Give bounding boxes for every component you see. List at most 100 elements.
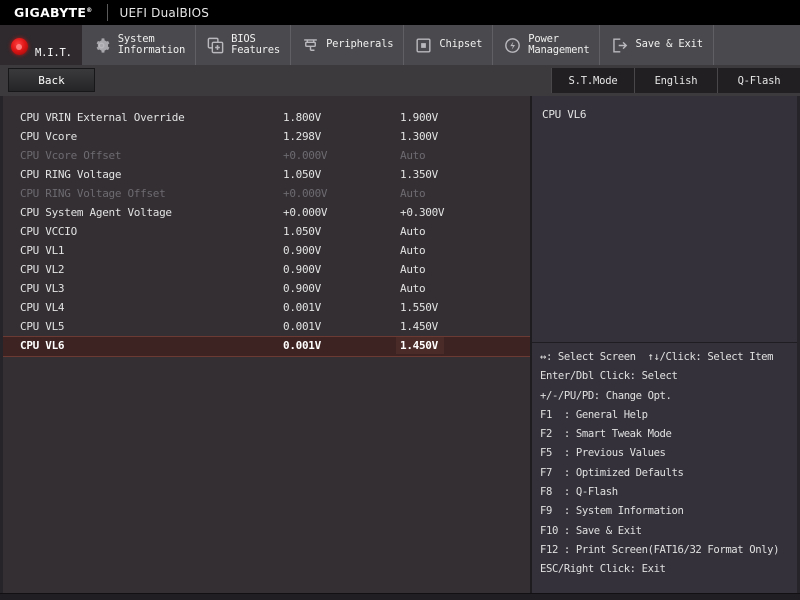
setting-name: CPU VL2: [20, 263, 65, 276]
tab-mit[interactable]: M.I.T.: [0, 25, 83, 65]
setting-current-value: 1.800V: [283, 111, 321, 124]
main-body: CPU VRIN External Override 1.800V 1.900V CP…: [0, 96, 800, 594]
tab-save-and-exit-label: Save & Exit: [635, 38, 703, 51]
setting-current-value: 0.900V: [283, 244, 321, 257]
exit-arrow-icon: [609, 35, 629, 55]
tab-power-management[interactable]: Power Management: [493, 25, 601, 65]
key-legend-line: F7 : Optimized Defaults: [540, 466, 684, 479]
st-mode-label: S.T.Mode: [568, 74, 618, 87]
setting-name: CPU VCCIO: [20, 225, 77, 238]
frame-bottom-edge: [0, 593, 800, 600]
setting-current-value: 0.900V: [283, 282, 321, 295]
settings-row[interactable]: CPU VL4 0.001V 1.550V: [0, 298, 530, 317]
language-button[interactable]: English: [634, 68, 717, 93]
settings-row[interactable]: CPU System Agent Voltage +0.000V +0.300V: [0, 203, 530, 222]
language-label: English: [654, 74, 698, 87]
key-legend-line: F1 : General Help: [540, 408, 648, 421]
setting-configured-value[interactable]: 1.350V: [400, 165, 438, 184]
tab-peripherals-label: Peripherals: [326, 38, 394, 51]
setting-name: CPU RING Voltage: [20, 168, 122, 181]
back-button[interactable]: Back: [8, 68, 95, 92]
sub-toolbar: Back S.T.Mode English Q-Flash: [0, 65, 800, 96]
settings-row-selected[interactable]: CPU VL6 0.001V 1.450V: [0, 336, 530, 357]
toolbar-right-buttons: S.T.Mode English Q-Flash: [551, 68, 800, 93]
tab-peripherals[interactable]: Peripherals: [291, 25, 405, 65]
setting-current-value: +0.000V: [283, 187, 328, 200]
q-flash-label: Q-Flash: [737, 74, 781, 87]
settings-row[interactable]: CPU VL1 0.900V Auto: [0, 241, 530, 260]
chip-plus-icon: [205, 35, 225, 55]
setting-name: CPU VL6: [20, 339, 65, 352]
gear-icon: [92, 35, 112, 55]
brand-subtitle: UEFI DualBIOS: [119, 5, 210, 20]
setting-configured-value[interactable]: 1.900V: [400, 108, 438, 127]
help-title: CPU VL6: [542, 108, 587, 121]
settings-row[interactable]: CPU VL3 0.900V Auto: [0, 279, 530, 298]
setting-configured-value: Auto: [400, 187, 426, 200]
trademark-mark: ®: [86, 6, 93, 14]
settings-row[interactable]: CPU VL5 0.001V 1.450V: [0, 317, 530, 336]
key-legend-line: F10 : Save & Exit: [540, 524, 642, 537]
key-legend-line: +/-/PU/PD: Change Opt.: [540, 389, 672, 402]
setting-configured-value[interactable]: Auto: [400, 260, 426, 279]
setting-current-value: +0.000V: [283, 149, 328, 162]
setting-configured-value[interactable]: Auto: [400, 222, 426, 241]
setting-current-value: 0.900V: [283, 263, 321, 276]
setting-configured-value: Auto: [400, 149, 426, 162]
setting-current-value: 0.001V: [283, 320, 321, 333]
setting-name: CPU RING Voltage Offset: [20, 187, 166, 200]
setting-configured-value[interactable]: Auto: [400, 241, 426, 260]
power-bolt-icon: [502, 35, 522, 55]
brand-divider: [106, 4, 108, 21]
back-button-label: Back: [38, 73, 65, 87]
settings-row[interactable]: CPU Vcore 1.298V 1.300V: [0, 127, 530, 146]
setting-name: CPU Vcore: [20, 130, 77, 143]
setting-name: CPU VRIN External Override: [20, 111, 185, 124]
setting-name: CPU VL1: [20, 244, 65, 257]
setting-configured-value[interactable]: Auto: [400, 279, 426, 298]
key-legend-line: ↔: Select Screen ↑↓/Click: Select Item: [540, 351, 774, 363]
setting-name: CPU VL5: [20, 320, 65, 333]
help-divider: [532, 342, 800, 343]
settings-pane: CPU VRIN External Override 1.800V 1.900V CP…: [0, 96, 530, 594]
setting-configured-value[interactable]: 1.450V: [396, 337, 444, 354]
settings-row[interactable]: CPU VL2 0.900V Auto: [0, 260, 530, 279]
key-legend-line: F8 : Q-Flash: [540, 486, 618, 499]
brand-bar: GIGABYTE® UEFI DualBIOS: [0, 0, 800, 25]
settings-row[interactable]: CPU VCCIO 1.050V Auto: [0, 222, 530, 241]
bios-screen: GIGABYTE® UEFI DualBIOS M.I.T. System Inf…: [0, 0, 800, 600]
setting-name: CPU System Agent Voltage: [20, 206, 172, 219]
frame-left-edge: [0, 96, 3, 600]
tab-chipset[interactable]: Chipset: [404, 25, 494, 65]
settings-row[interactable]: CPU RING Voltage 1.050V 1.350V: [0, 165, 530, 184]
key-legend: ↔: Select Screen ↑↓/Click: Select Item En…: [540, 348, 800, 580]
tab-system-information[interactable]: System Information: [82, 25, 197, 65]
st-mode-button[interactable]: S.T.Mode: [551, 68, 634, 93]
chipset-icon: [413, 35, 433, 55]
q-flash-button[interactable]: Q-Flash: [717, 68, 800, 93]
key-legend-line: Enter/Dbl Click: Select: [540, 370, 678, 383]
setting-current-value: 1.050V: [283, 225, 321, 238]
key-legend-line: F9 : System Information: [540, 505, 684, 518]
setting-configured-value[interactable]: 1.450V: [400, 317, 438, 336]
gigabyte-logo-text: GIGABYTE: [14, 5, 87, 20]
setting-configured-value[interactable]: 1.300V: [400, 127, 438, 146]
setting-current-value: 1.298V: [283, 130, 321, 143]
tab-power-management-label: Power Management: [528, 32, 590, 56]
tab-bios-features[interactable]: BIOS Features: [196, 25, 292, 65]
setting-name: CPU Vcore Offset: [20, 149, 122, 162]
tab-bios-features-label: BIOS Features: [231, 32, 281, 56]
settings-row[interactable]: CPU VRIN External Override 1.800V 1.900V: [0, 108, 530, 127]
bullseye-icon: [9, 35, 29, 55]
setting-current-value: +0.000V: [283, 206, 328, 219]
help-pane: CPU VL6 ↔: Select Screen ↑↓/Click: Selec…: [532, 96, 800, 594]
setting-name: CPU VL3: [20, 282, 65, 295]
setting-current-value: 0.001V: [283, 339, 321, 352]
tab-save-and-exit[interactable]: Save & Exit: [600, 25, 714, 65]
setting-name: CPU VL4: [20, 301, 65, 314]
key-legend-line: ESC/Right Click: Exit: [540, 563, 666, 576]
setting-configured-value[interactable]: +0.300V: [400, 203, 445, 222]
setting-configured-value[interactable]: 1.550V: [400, 298, 438, 317]
tab-mit-label: M.I.T.: [35, 46, 72, 59]
key-legend-line: F12 : Print Screen(FAT16/32 Format Only): [540, 543, 780, 556]
